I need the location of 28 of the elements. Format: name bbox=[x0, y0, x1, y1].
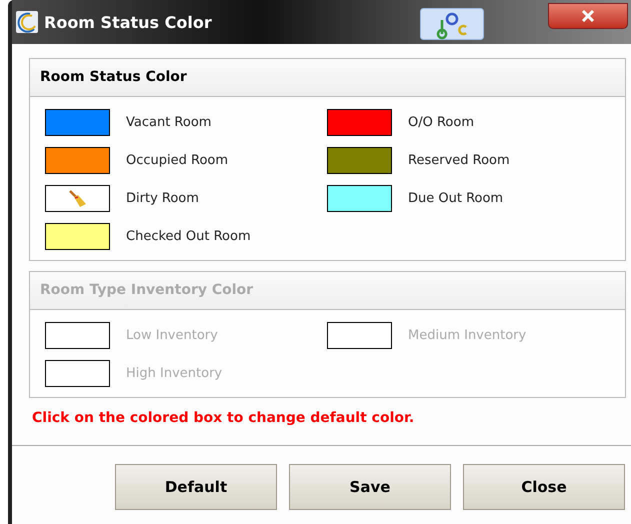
hint-text: Click on the colored box to change default color. bbox=[31, 409, 416, 428]
status-label: Low Inventory bbox=[126, 328, 218, 343]
color-swatch[interactable] bbox=[45, 109, 110, 136]
status-label: Due Out Room bbox=[408, 191, 504, 206]
dialog-button[interactable]: Default bbox=[115, 464, 277, 510]
status-label: Reserved Room bbox=[408, 153, 510, 168]
status-label: High Inventory bbox=[126, 366, 222, 381]
window-title: Room Status Color bbox=[44, 12, 212, 32]
section-title: Room Status Color bbox=[30, 59, 625, 97]
broom-icon bbox=[68, 190, 88, 208]
color-swatch[interactable] bbox=[327, 147, 392, 174]
app-logo-icon bbox=[16, 11, 38, 33]
status-label: Medium Inventory bbox=[408, 328, 526, 343]
close-icon[interactable] bbox=[548, 3, 628, 29]
color-swatch[interactable] bbox=[45, 185, 110, 212]
section-title: Room Type Inventory Color bbox=[30, 272, 625, 310]
status-label: Checked Out Room bbox=[126, 229, 251, 244]
status-label: Dirty Room bbox=[126, 191, 199, 206]
color-swatch[interactable] bbox=[45, 147, 110, 174]
status-label: O/O Room bbox=[408, 115, 474, 130]
status-label: Occupied Room bbox=[126, 153, 228, 168]
dialog-button[interactable]: Save bbox=[289, 464, 451, 510]
status-label: Vacant Room bbox=[126, 115, 212, 130]
dialog-button[interactable]: Close bbox=[463, 464, 625, 510]
color-swatch[interactable] bbox=[45, 223, 110, 250]
spellcheck-icon[interactable] bbox=[420, 8, 484, 40]
color-swatch[interactable] bbox=[327, 185, 392, 212]
color-swatch[interactable] bbox=[327, 109, 392, 136]
